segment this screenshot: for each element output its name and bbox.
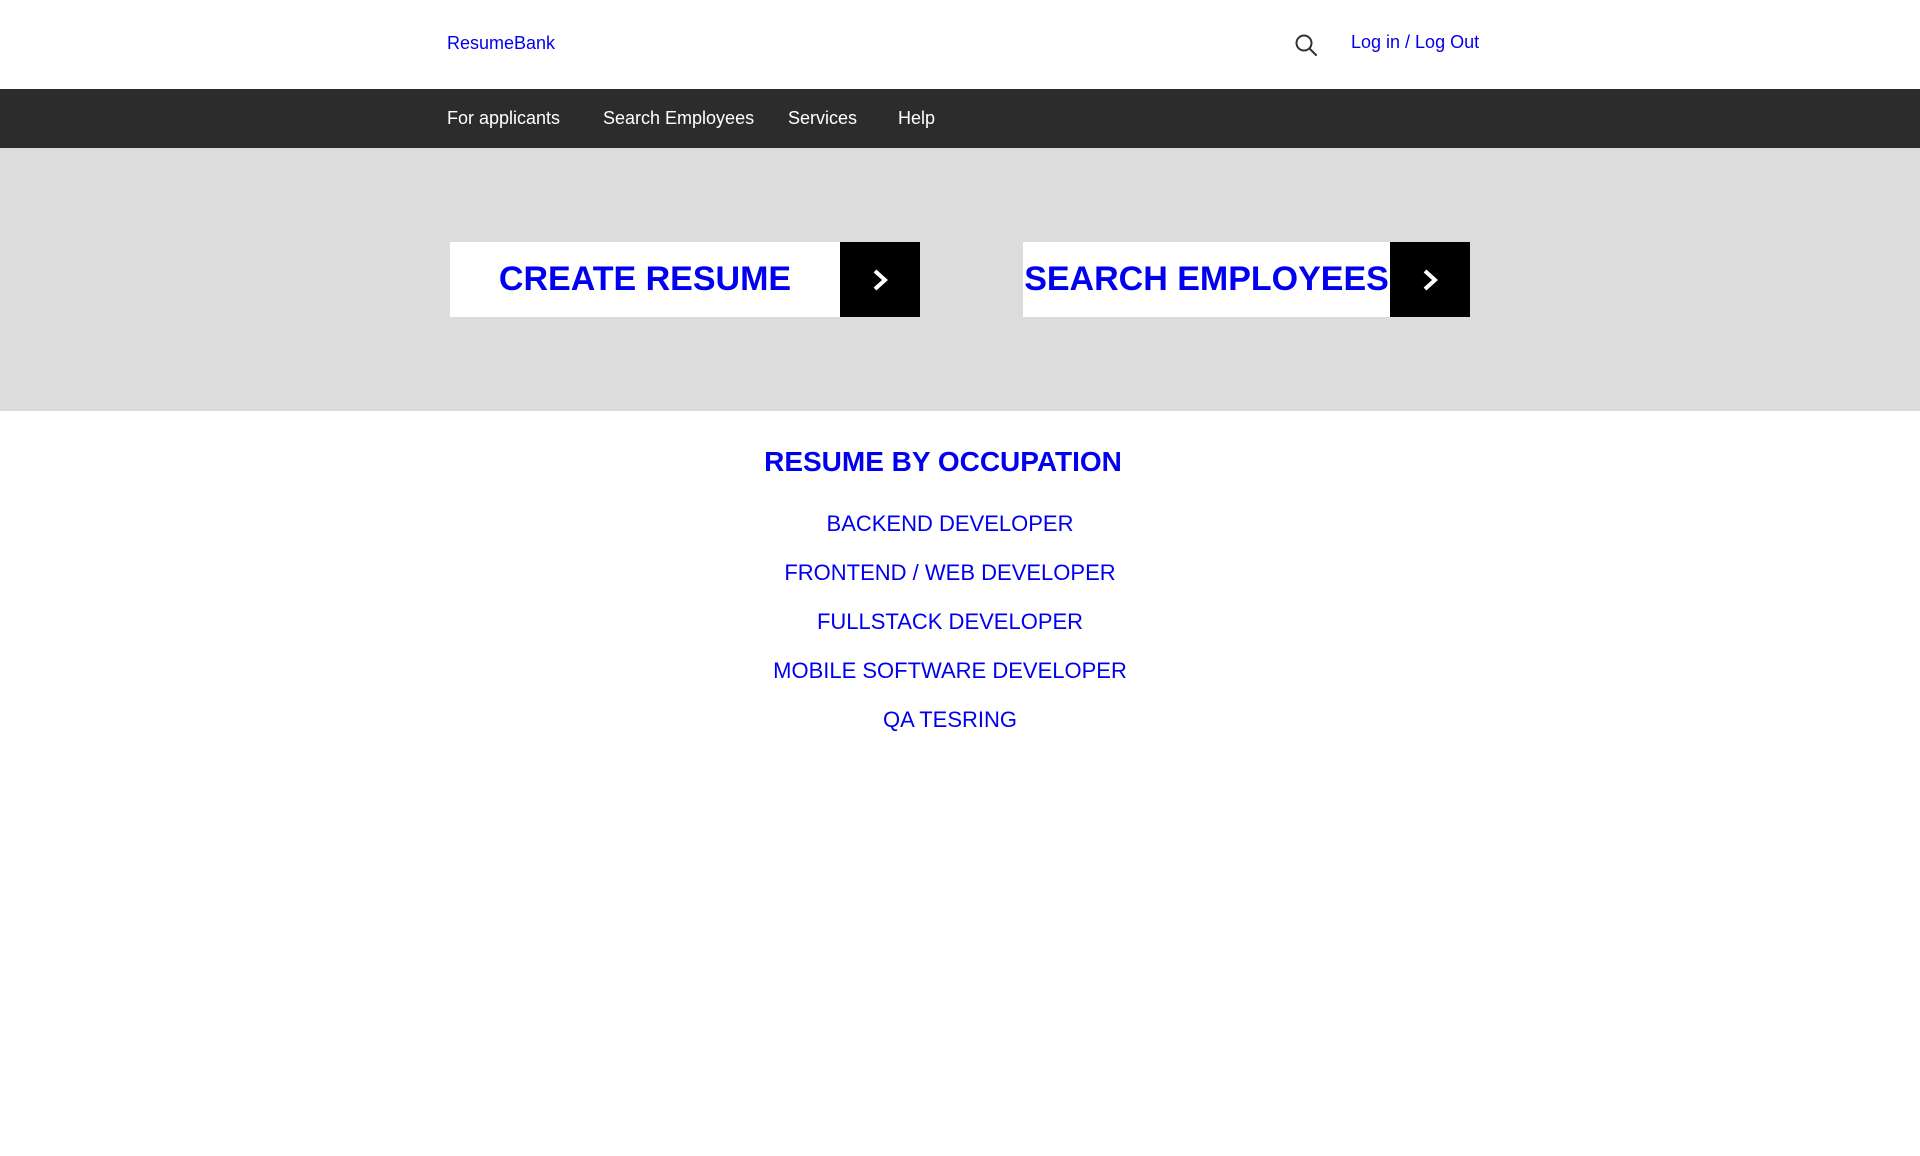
login-logout-link[interactable]: Log in / Log Out	[1351, 32, 1479, 53]
occupation-link-mobile-software-developer[interactable]: MOBILE SOFTWARE DEVELOPER	[0, 658, 1900, 707]
search-employees-button[interactable]: SEARCH EMPLOYEES	[1023, 242, 1470, 317]
nav-item-services[interactable]: Services	[788, 108, 857, 129]
occupation-link-backend-developer[interactable]: BACKEND DEVELOPER	[0, 511, 1900, 560]
main-navbar: For applicants Search Employees Services…	[0, 89, 1920, 148]
occupation-link-qa-testing[interactable]: QA TESRING	[0, 707, 1900, 756]
nav-item-for-applicants[interactable]: For applicants	[447, 108, 560, 129]
nav-item-help[interactable]: Help	[898, 108, 935, 129]
chevron-right-icon	[840, 242, 920, 317]
create-resume-label: CREATE RESUME	[498, 260, 792, 298]
search-employees-label: SEARCH EMPLOYEES	[1024, 260, 1389, 298]
section-title: RESUME BY OCCUPATION	[764, 446, 1122, 477]
chevron-right-icon	[1390, 242, 1470, 317]
create-resume-button[interactable]: CREATE RESUME	[450, 242, 920, 317]
occupation-link-frontend-web-developer[interactable]: FRONTEND / WEB DEVELOPER	[0, 560, 1900, 609]
hero-banner: CREATE RESUME SEARCH EMPLOYEES	[0, 148, 1920, 411]
occupation-link-fullstack-developer[interactable]: FULLSTACK DEVELOPER	[0, 609, 1900, 658]
occupation-list: BACKEND DEVELOPER FRONTEND / WEB DEVELOP…	[0, 511, 1900, 756]
brand-logo-link[interactable]: ResumeBank	[447, 33, 555, 54]
top-header: ResumeBank Log in / Log Out	[0, 0, 1920, 89]
nav-item-search-employees[interactable]: Search Employees	[603, 108, 754, 129]
search-icon[interactable]	[1294, 33, 1318, 57]
